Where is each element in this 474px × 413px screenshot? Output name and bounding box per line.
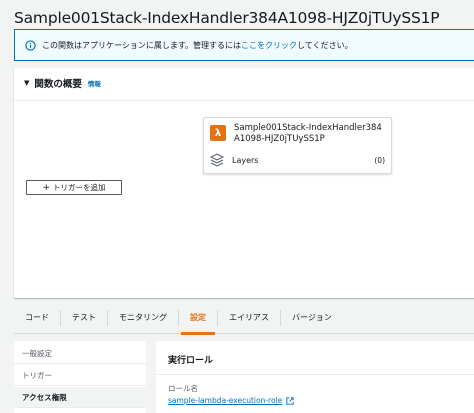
layers-count: (0) bbox=[374, 155, 385, 165]
overview-info-link[interactable]: 情報 bbox=[88, 78, 101, 88]
tab-monitoring[interactable]: モニタリング bbox=[108, 309, 179, 326]
external-link-icon bbox=[286, 396, 294, 405]
detail-divider bbox=[156, 374, 474, 375]
banner-link[interactable]: ここをクリック bbox=[241, 40, 297, 51]
execution-role-panel: 実行ロール ロール名 sample-lambda-execution-role bbox=[156, 341, 474, 413]
info-circle-icon bbox=[25, 39, 36, 51]
tab-aliases[interactable]: エイリアス bbox=[218, 309, 281, 326]
lambda-icon: λ bbox=[210, 125, 226, 141]
layers-label: Layers bbox=[232, 155, 259, 165]
config-sidenav: 一般設定 トリガー アクセス権限 bbox=[14, 341, 146, 413]
tab-versions[interactable]: バージョン bbox=[281, 310, 343, 326]
add-trigger-button[interactable]: + トリガーを追加 bbox=[26, 180, 122, 195]
role-name-text: sample-lambda-execution-role bbox=[168, 396, 283, 405]
function-card[interactable]: λ Sample001Stack-IndexHandler384A1098-HJ… bbox=[203, 117, 392, 174]
role-name-link[interactable]: sample-lambda-execution-role bbox=[168, 396, 294, 405]
tab-bar: コード テスト モニタリング 設定 エイリアス バージョン bbox=[14, 302, 474, 335]
tab-configuration[interactable]: 設定 bbox=[179, 309, 218, 335]
role-name-label: ロール名 bbox=[168, 384, 198, 393]
add-trigger-label: トリガーを追加 bbox=[53, 183, 106, 192]
overview-divider bbox=[14, 100, 474, 101]
layers-icon bbox=[210, 153, 224, 167]
sidenav-item-permissions[interactable]: アクセス権限 bbox=[14, 387, 146, 408]
function-name: Sample001Stack-IndexHandler384A1098-HJZ0… bbox=[234, 123, 382, 144]
overview-title: 関数の概要 bbox=[34, 79, 82, 90]
banner-text-after: してください。 bbox=[297, 40, 353, 50]
plus-icon: + bbox=[42, 182, 51, 193]
execution-role-title: 実行ロール bbox=[168, 356, 214, 366]
tab-test[interactable]: テスト bbox=[61, 309, 108, 326]
layers-row[interactable]: Layers (0) bbox=[210, 153, 385, 167]
sidenav-item-triggers[interactable]: トリガー bbox=[14, 365, 146, 386]
overview-header[interactable]: ▼ 関数の概要 情報 bbox=[24, 76, 101, 90]
banner-text-before: この関数はアプリケーションに属します。管理するには bbox=[42, 40, 242, 50]
function-overview-panel: ▼ 関数の概要 情報 λ Sample001Stack-IndexHandler… bbox=[14, 68, 474, 298]
info-banner: この関数はアプリケーションに属します。管理するには ここをクリック してください。 bbox=[14, 29, 474, 61]
caret-down-icon[interactable]: ▼ bbox=[24, 79, 29, 87]
page-title: Sample001Stack-IndexHandler384A1098-HJZ0… bbox=[14, 9, 440, 27]
tab-code[interactable]: コード bbox=[14, 309, 61, 326]
sidenav-item-general[interactable]: 一般設定 bbox=[14, 343, 146, 364]
